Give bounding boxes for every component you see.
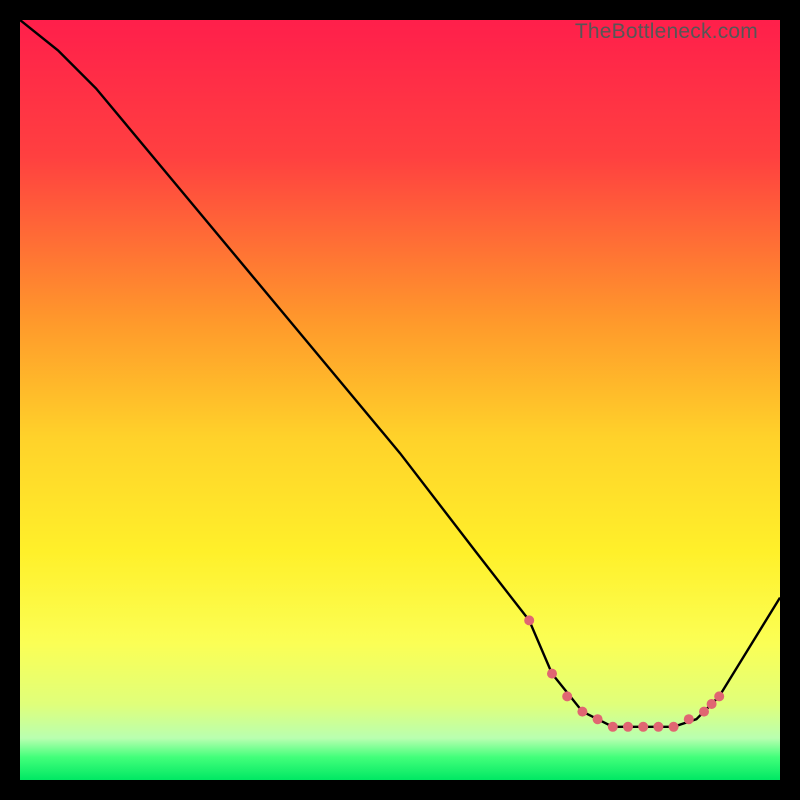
marker-dot (577, 707, 587, 717)
watermark-text: TheBottleneck.com (575, 20, 758, 44)
marker-dot (547, 669, 557, 679)
marker-dot (562, 691, 572, 701)
marker-dot (669, 722, 679, 732)
marker-dot (593, 714, 603, 724)
marker-dot (684, 714, 694, 724)
marker-dot (653, 722, 663, 732)
marker-dot (707, 699, 717, 709)
marker-dot (623, 722, 633, 732)
marker-dot (524, 615, 534, 625)
chart-frame: TheBottleneck.com (20, 20, 780, 780)
marker-dot (638, 722, 648, 732)
marker-dot (608, 722, 618, 732)
marker-dot (714, 691, 724, 701)
chart-svg (20, 20, 780, 780)
marker-dot (699, 707, 709, 717)
